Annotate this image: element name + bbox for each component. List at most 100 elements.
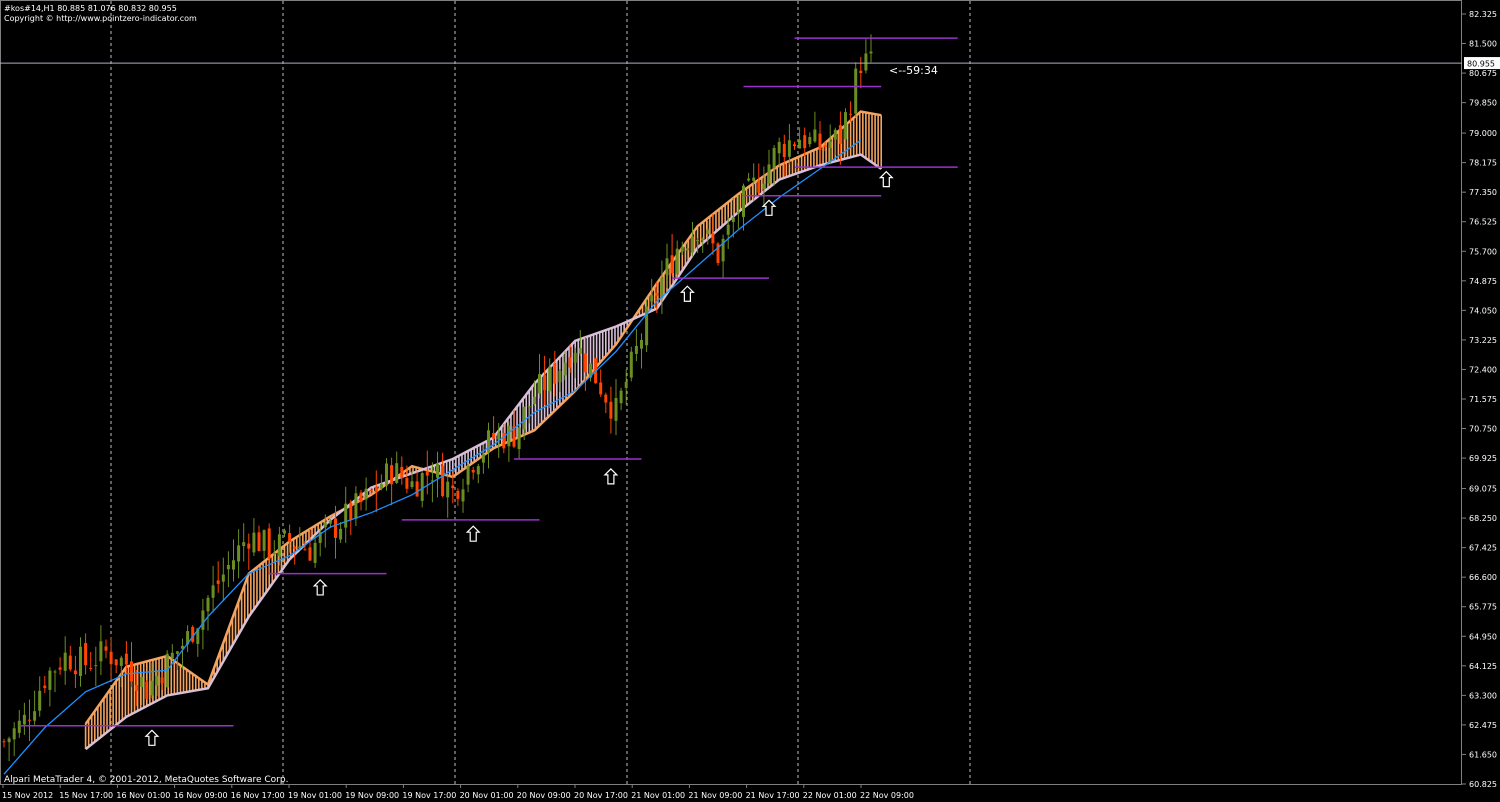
candle-body[interactable] bbox=[334, 518, 337, 538]
candle-body[interactable] bbox=[155, 675, 159, 686]
candle-body[interactable] bbox=[436, 463, 439, 478]
candle-body[interactable] bbox=[854, 68, 858, 114]
candle-body[interactable] bbox=[492, 432, 496, 439]
candle-body[interactable] bbox=[578, 348, 582, 354]
candle-body[interactable] bbox=[823, 145, 827, 147]
candle-body[interactable] bbox=[420, 473, 424, 501]
candle-body[interactable] bbox=[84, 643, 88, 666]
candle-body[interactable] bbox=[99, 641, 103, 662]
candle-body[interactable] bbox=[339, 528, 343, 540]
candle-body[interactable] bbox=[619, 390, 623, 404]
candle-body[interactable] bbox=[379, 483, 383, 489]
candle-body[interactable] bbox=[476, 466, 480, 475]
candle-body[interactable] bbox=[640, 339, 643, 349]
candle-body[interactable] bbox=[446, 481, 450, 498]
candle-body[interactable] bbox=[400, 466, 404, 479]
candle-body[interactable] bbox=[104, 646, 108, 651]
candle-body[interactable] bbox=[232, 560, 235, 570]
candle-body[interactable] bbox=[736, 211, 740, 214]
candle-body[interactable] bbox=[415, 481, 419, 497]
candle-body[interactable] bbox=[481, 454, 485, 463]
candle-body[interactable] bbox=[94, 665, 98, 667]
candle-body[interactable] bbox=[226, 564, 230, 570]
candle-body[interactable] bbox=[558, 370, 562, 383]
candle-body[interactable] bbox=[73, 670, 77, 675]
candle-body[interactable] bbox=[63, 652, 67, 671]
candle-body[interactable] bbox=[767, 164, 771, 184]
candle-body[interactable] bbox=[675, 248, 679, 274]
candle-body[interactable] bbox=[206, 597, 210, 612]
candle-body[interactable] bbox=[650, 295, 654, 302]
candle-body[interactable] bbox=[456, 490, 460, 499]
candle-body[interactable] bbox=[364, 488, 368, 500]
candle-body[interactable] bbox=[849, 113, 853, 115]
candle-body[interactable] bbox=[859, 70, 863, 74]
candle-body[interactable] bbox=[17, 720, 21, 733]
candle-body[interactable] bbox=[140, 676, 144, 688]
candle-body[interactable] bbox=[293, 546, 297, 549]
candle-body[interactable] bbox=[160, 677, 164, 684]
candle-body[interactable] bbox=[573, 352, 577, 363]
candle-body[interactable] bbox=[277, 534, 281, 557]
candle-body[interactable] bbox=[145, 681, 149, 699]
candle-body[interactable] bbox=[68, 655, 72, 670]
candle-body[interactable] bbox=[410, 481, 414, 488]
candle-body[interactable] bbox=[497, 432, 501, 440]
candle-body[interactable] bbox=[221, 574, 225, 582]
candle-body[interactable] bbox=[793, 144, 796, 147]
candle-body[interactable] bbox=[838, 125, 842, 144]
candle-body[interactable] bbox=[130, 661, 133, 682]
candle-body[interactable] bbox=[777, 141, 781, 154]
candle-body[interactable] bbox=[262, 530, 266, 551]
candle-body[interactable] bbox=[680, 246, 684, 252]
candle-body[interactable] bbox=[808, 136, 812, 145]
candle-body[interactable] bbox=[798, 139, 802, 149]
candle-body[interactable] bbox=[303, 549, 307, 551]
candle-body[interactable] bbox=[782, 143, 786, 157]
candle-body[interactable] bbox=[568, 357, 572, 368]
candle-body[interactable] bbox=[124, 653, 128, 665]
candle-body[interactable] bbox=[599, 382, 603, 395]
candle-body[interactable] bbox=[119, 657, 123, 666]
candle-body[interactable] bbox=[543, 375, 547, 391]
candle-body[interactable] bbox=[813, 129, 817, 142]
candle-body[interactable] bbox=[354, 493, 358, 519]
candle-body[interactable] bbox=[507, 425, 511, 447]
candle-body[interactable] bbox=[395, 463, 399, 483]
candle-body[interactable] bbox=[43, 685, 47, 689]
candle-body[interactable] bbox=[731, 217, 735, 222]
candle-body[interactable] bbox=[665, 258, 669, 276]
candle-body[interactable] bbox=[313, 542, 317, 563]
candle-body[interactable] bbox=[451, 485, 455, 489]
candle-body[interactable] bbox=[869, 51, 873, 54]
candle-body[interactable] bbox=[604, 394, 608, 403]
candle-body[interactable] bbox=[441, 465, 445, 496]
candle-body[interactable] bbox=[670, 255, 674, 274]
candle-body[interactable] bbox=[288, 533, 292, 542]
candle-body[interactable] bbox=[517, 427, 521, 450]
candle-body[interactable] bbox=[747, 178, 751, 181]
candle-body[interactable] bbox=[752, 177, 756, 181]
candle-body[interactable] bbox=[283, 530, 286, 534]
candle-body[interactable] bbox=[89, 667, 93, 669]
candle-body[interactable] bbox=[38, 690, 42, 711]
candle-body[interactable] bbox=[242, 542, 246, 547]
candle-body[interactable] bbox=[135, 685, 139, 691]
candle-body[interactable] bbox=[201, 610, 205, 630]
candle-body[interactable] bbox=[390, 465, 394, 485]
candle-body[interactable] bbox=[48, 670, 52, 690]
candle-body[interactable] bbox=[624, 381, 628, 388]
candle-body[interactable] bbox=[548, 366, 552, 392]
candle-body[interactable] bbox=[272, 553, 276, 555]
candle-body[interactable] bbox=[634, 345, 638, 354]
candle-body[interactable] bbox=[828, 141, 832, 148]
candle-body[interactable] bbox=[216, 580, 220, 584]
candle-body[interactable] bbox=[369, 490, 373, 492]
candle-body[interactable] bbox=[28, 719, 31, 721]
candle-body[interactable] bbox=[7, 738, 11, 743]
candle-body[interactable] bbox=[538, 374, 541, 394]
candle-body[interactable] bbox=[471, 469, 475, 473]
candle-body[interactable] bbox=[864, 53, 868, 71]
candle-body[interactable] bbox=[762, 183, 766, 189]
candle-body[interactable] bbox=[583, 353, 587, 373]
